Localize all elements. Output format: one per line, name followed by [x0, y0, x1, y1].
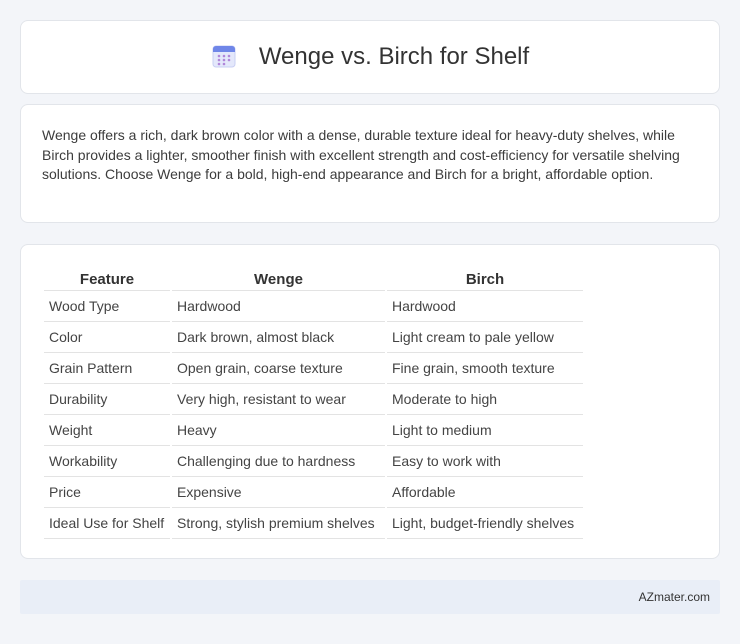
calendar-icon — [212, 45, 236, 68]
feature-cell: Wood Type — [44, 291, 170, 322]
comparison-table: Feature Wenge Birch Wood Type Hardwood H… — [42, 265, 585, 539]
birch-cell: Light cream to pale yellow — [387, 322, 583, 353]
page-title: Wenge vs. Birch for Shelf — [258, 43, 530, 70]
column-header-wenge: Wenge — [172, 265, 385, 291]
wenge-cell: Challenging due to hardness — [172, 446, 385, 477]
wenge-cell: Hardwood — [172, 291, 385, 322]
wenge-cell: Dark brown, almost black — [172, 322, 385, 353]
title-wrap: Wenge vs. Birch for Shelf — [211, 43, 529, 71]
birch-cell: Easy to work with — [387, 446, 583, 477]
table-header-row: Feature Wenge Birch — [44, 265, 583, 291]
feature-cell: Workability — [44, 446, 170, 477]
feature-cell: Color — [44, 322, 170, 353]
title-card: Wenge vs. Birch for Shelf — [20, 20, 720, 94]
feature-cell: Price — [44, 477, 170, 508]
feature-cell: Ideal Use for Shelf — [44, 508, 170, 539]
comparison-card: Feature Wenge Birch Wood Type Hardwood H… — [20, 244, 720, 559]
birch-cell: Light, budget-friendly shelves — [387, 508, 583, 539]
table-row: Ideal Use for Shelf Strong, stylish prem… — [44, 508, 583, 539]
footer-brand[interactable]: AZmater.com — [639, 590, 710, 604]
birch-cell: Moderate to high — [387, 384, 583, 415]
table-row: Grain Pattern Open grain, coarse texture… — [44, 353, 583, 384]
birch-cell: Fine grain, smooth texture — [387, 353, 583, 384]
table-row: Wood Type Hardwood Hardwood — [44, 291, 583, 322]
wenge-cell: Very high, resistant to wear — [172, 384, 385, 415]
birch-cell: Hardwood — [387, 291, 583, 322]
feature-cell: Weight — [44, 415, 170, 446]
footer: AZmater.com — [20, 580, 720, 614]
wenge-cell: Expensive — [172, 477, 385, 508]
summary-text: Wenge offers a rich, dark brown color wi… — [42, 127, 680, 182]
table-row: Weight Heavy Light to medium — [44, 415, 583, 446]
table-row: Price Expensive Affordable — [44, 477, 583, 508]
table-row: Workability Challenging due to hardness … — [44, 446, 583, 477]
column-header-feature: Feature — [44, 265, 170, 291]
table-row: Durability Very high, resistant to wear … — [44, 384, 583, 415]
birch-cell: Light to medium — [387, 415, 583, 446]
summary-card: Wenge offers a rich, dark brown color wi… — [20, 104, 720, 223]
feature-cell: Grain Pattern — [44, 353, 170, 384]
wenge-cell: Open grain, coarse texture — [172, 353, 385, 384]
table-row: Color Dark brown, almost black Light cre… — [44, 322, 583, 353]
birch-cell: Affordable — [387, 477, 583, 508]
column-header-birch: Birch — [387, 265, 583, 291]
feature-cell: Durability — [44, 384, 170, 415]
wenge-cell: Strong, stylish premium shelves — [172, 508, 385, 539]
wenge-cell: Heavy — [172, 415, 385, 446]
